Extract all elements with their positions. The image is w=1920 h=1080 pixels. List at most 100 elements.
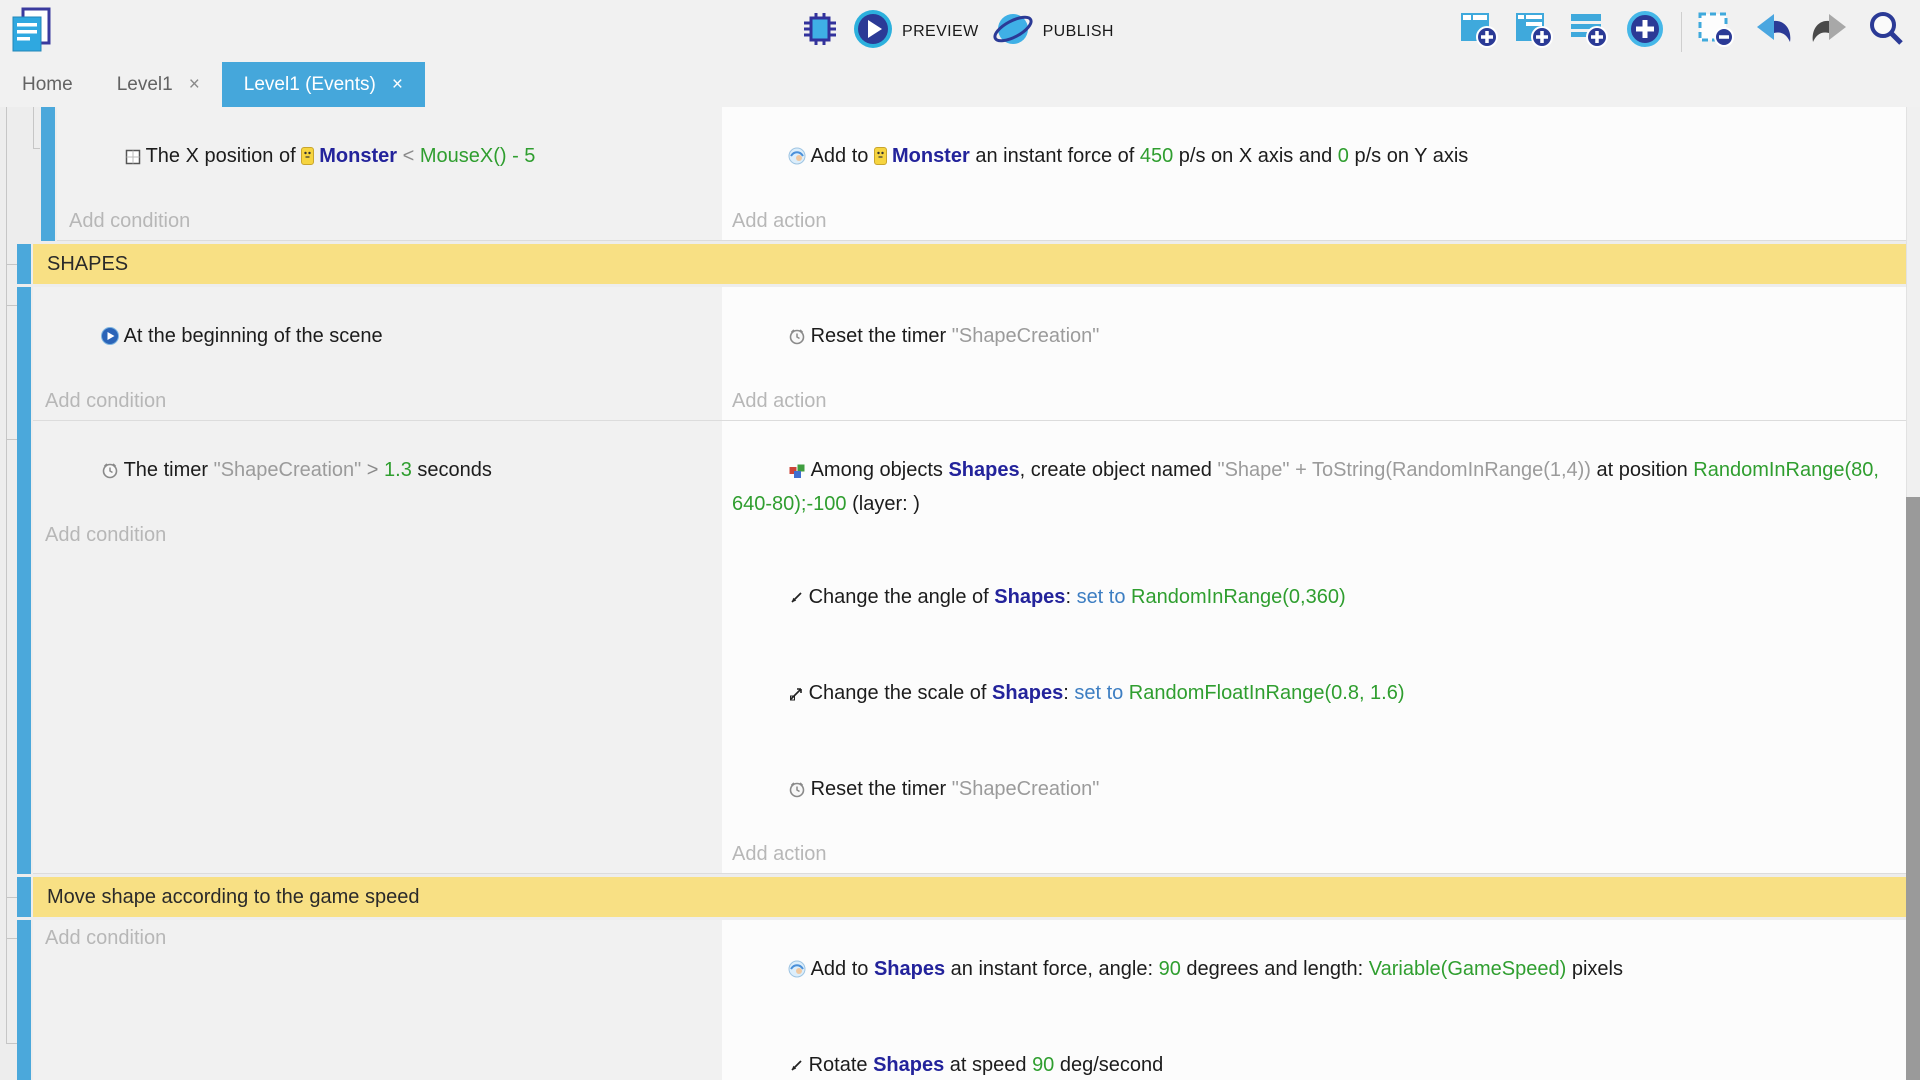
add-action[interactable]: Add action bbox=[732, 839, 1906, 870]
text-seg: Reset the timer bbox=[811, 325, 952, 347]
position-icon bbox=[125, 144, 141, 175]
text-seg: Reset the timer bbox=[811, 778, 952, 800]
keyword: set to bbox=[1077, 586, 1126, 608]
tab-bar: Home Level1 × Level1 (Events) × bbox=[0, 62, 1920, 107]
tab-level1[interactable]: Level1 × bbox=[95, 62, 222, 107]
monster-icon bbox=[874, 144, 887, 175]
deselect-icon[interactable] bbox=[1697, 9, 1737, 54]
text-seg: Rotate bbox=[809, 1054, 873, 1076]
string-param: "ShapeCreation" bbox=[214, 459, 362, 481]
undo-icon[interactable] bbox=[1752, 10, 1794, 53]
operator: < bbox=[397, 145, 420, 167]
text-seg: Add to bbox=[811, 958, 874, 980]
text-seg: seconds bbox=[412, 459, 492, 481]
keyword: set to bbox=[1074, 682, 1123, 704]
group-header[interactable]: SHAPES bbox=[33, 244, 1906, 284]
event-bar[interactable] bbox=[17, 287, 31, 421]
object-ref: Shapes bbox=[992, 682, 1063, 704]
scale-icon bbox=[788, 681, 804, 712]
value-expr: RandomFloatInRange(0.8, 1.6) bbox=[1123, 682, 1404, 704]
text-seg: Among objects bbox=[811, 459, 949, 481]
conditions-cell: The X position of Monster < MouseX() - 5… bbox=[57, 107, 722, 240]
group-shapes: SHAPES bbox=[0, 244, 1906, 284]
value-expr: Variable(GameSpeed) bbox=[1369, 958, 1567, 980]
tab-level1-events[interactable]: Level1 (Events) × bbox=[222, 62, 425, 107]
add-event-icon[interactable] bbox=[1459, 9, 1499, 54]
string-param: "Shape" + ToString(RandomInRange(1,4)) bbox=[1217, 459, 1591, 481]
value-expr: 90 bbox=[1159, 958, 1181, 980]
add-action[interactable]: Add action bbox=[732, 386, 1906, 417]
close-icon[interactable]: × bbox=[189, 74, 200, 96]
add-condition[interactable]: Add condition bbox=[45, 923, 722, 954]
tab-home[interactable]: Home bbox=[0, 62, 95, 107]
conditions-cell: Add condition bbox=[33, 920, 722, 1080]
add-condition[interactable]: Add condition bbox=[45, 386, 722, 417]
text-seg: Change the angle of bbox=[809, 586, 995, 608]
object-ref: Monster bbox=[892, 145, 970, 167]
group-header[interactable]: Move shape according to the game speed bbox=[33, 877, 1906, 917]
add-comment-icon[interactable] bbox=[1569, 9, 1609, 54]
actions-cell: Among objects Shapes , create object name… bbox=[722, 421, 1906, 873]
add-more-icon[interactable] bbox=[1624, 8, 1666, 55]
event-bar[interactable] bbox=[17, 421, 31, 874]
add-condition[interactable]: Add condition bbox=[45, 520, 722, 551]
action-line[interactable]: Change the scale of Shapes: set to Rando… bbox=[732, 647, 1906, 743]
text-seg: : bbox=[1063, 682, 1074, 704]
tree-tick bbox=[6, 264, 17, 265]
timer-icon bbox=[788, 324, 806, 355]
value-expr: 450 bbox=[1140, 145, 1173, 167]
redo-icon[interactable] bbox=[1809, 10, 1851, 53]
actions-cell: Add to Shapes an instant force, angle: 9… bbox=[722, 920, 1906, 1080]
publish-button[interactable]: PUBLISH bbox=[991, 8, 1114, 55]
search-icon[interactable] bbox=[1866, 9, 1906, 54]
text-seg: p/s on Y axis bbox=[1349, 145, 1468, 167]
condition-line[interactable]: At the beginning of the scene bbox=[45, 290, 722, 386]
text-seg: The timer bbox=[124, 459, 214, 481]
add-action[interactable]: Add action bbox=[732, 206, 1906, 237]
add-condition[interactable]: Add condition bbox=[69, 206, 722, 237]
action-line[interactable]: Add to Shapes an instant force, angle: 9… bbox=[732, 923, 1906, 1019]
actions-cell: Reset the timer "ShapeCreation" Add acti… bbox=[722, 287, 1906, 420]
value-expr: RandomInRange(0,360) bbox=[1125, 586, 1345, 608]
group-bar[interactable] bbox=[17, 244, 31, 284]
action-line[interactable]: Among objects Shapes, create object name… bbox=[732, 424, 1906, 551]
timer-icon bbox=[788, 777, 806, 808]
tree-tick bbox=[6, 305, 17, 306]
project-manager-icon[interactable] bbox=[8, 6, 54, 59]
tree-tick bbox=[6, 439, 17, 440]
angle-icon bbox=[788, 1053, 804, 1080]
add-subevent-icon[interactable] bbox=[1514, 9, 1554, 54]
value-expr: 1.3 bbox=[384, 459, 412, 481]
group-bar[interactable] bbox=[17, 877, 31, 917]
condition-line[interactable]: The timer "ShapeCreation" > 1.3 seconds bbox=[45, 424, 722, 520]
operator: > bbox=[361, 459, 384, 481]
scrollbar-thumb[interactable] bbox=[1906, 497, 1920, 1080]
text-seg: pixels bbox=[1566, 958, 1623, 980]
close-icon[interactable]: × bbox=[392, 74, 403, 96]
text-seg: The X position of bbox=[146, 145, 302, 167]
preview-button[interactable]: PREVIEW bbox=[852, 8, 979, 55]
action-line[interactable]: Change the angle of Shapes: set to Rando… bbox=[732, 551, 1906, 647]
value-expr: 0 bbox=[1338, 145, 1349, 167]
object-ref: Shapes bbox=[873, 1054, 944, 1076]
group-move-shape: Move shape according to the game speed bbox=[0, 877, 1906, 917]
text-seg: at position bbox=[1591, 459, 1693, 481]
event-bar[interactable] bbox=[41, 107, 55, 241]
object-ref: Monster bbox=[319, 145, 397, 167]
force-icon bbox=[788, 144, 806, 175]
force-icon bbox=[788, 957, 806, 988]
text-seg: Add to bbox=[811, 145, 874, 167]
text-seg: , create object named bbox=[1020, 459, 1218, 481]
event-bar[interactable] bbox=[17, 920, 31, 1080]
events-sheet: The X position of Monster < MouseX() - 5… bbox=[0, 107, 1920, 1080]
condition-line[interactable]: The X position of Monster < MouseX() - 5 bbox=[69, 110, 722, 206]
action-line[interactable]: Add to Monster an instant force of 450 p… bbox=[732, 110, 1906, 206]
text-seg: degrees and length: bbox=[1181, 958, 1369, 980]
debug-icon[interactable] bbox=[800, 9, 840, 54]
top-toolbar: PREVIEW PUBLISH bbox=[0, 0, 1920, 62]
timer-icon bbox=[101, 458, 119, 489]
action-line[interactable]: Reset the timer "ShapeCreation" bbox=[732, 290, 1906, 386]
action-line[interactable]: Reset the timer "ShapeCreation" bbox=[732, 743, 1906, 839]
action-line[interactable]: Rotate Shapes at speed 90 deg/second bbox=[732, 1019, 1906, 1080]
event-shape-init: At the beginning of the scene Add condit… bbox=[0, 287, 1906, 421]
